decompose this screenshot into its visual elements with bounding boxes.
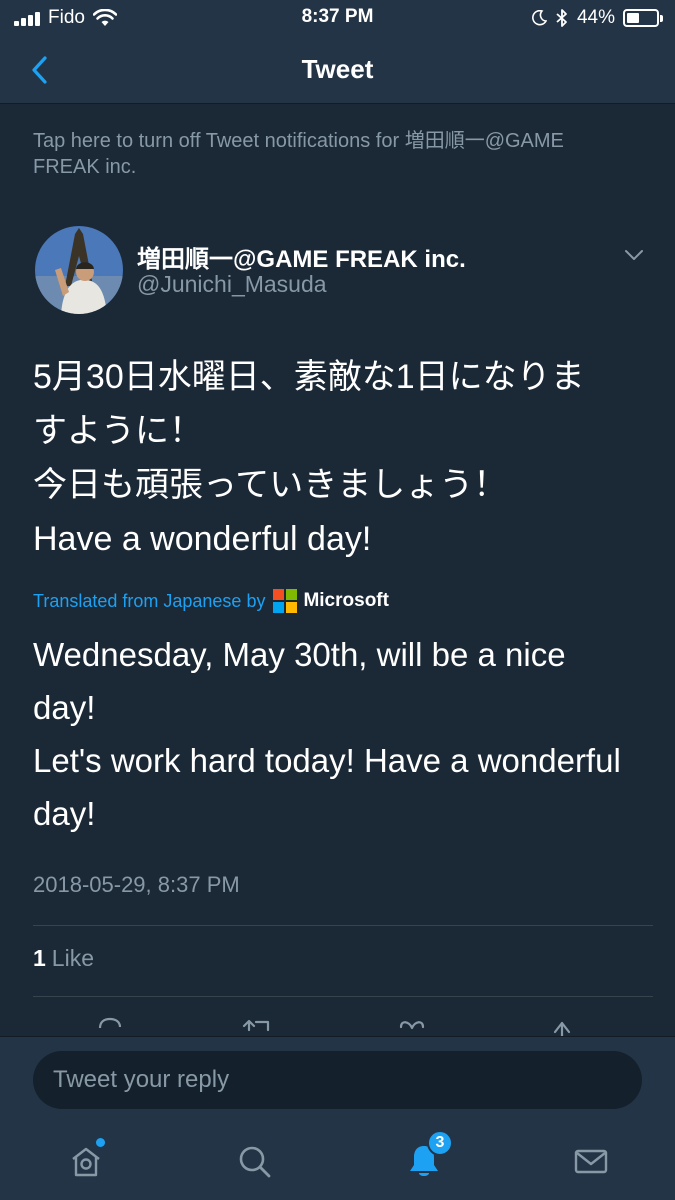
battery-percent: 44% [576,7,615,28]
bluetooth-icon [556,9,567,27]
mail-icon [574,1149,608,1174]
status-bar: Fido 8:37 PM 44% [0,0,675,36]
status-right: 44% [531,6,663,30]
new-content-dot [96,1138,105,1147]
notifications-badge: 3 [427,1130,453,1156]
tweet-text: 5月30日水曜日、素敵な1日になりま すように！ 今日も頑張っていきましょう！ … [33,350,653,566]
likes-row[interactable]: 1 Like [33,945,94,972]
translated-text-line: day! [33,689,96,726]
chevron-down-icon [625,250,643,260]
tab-notifications[interactable]: 3 [399,1130,453,1186]
avatar[interactable] [35,226,123,314]
tweet-text-line: 今日も頑張っていきましょう！ [33,466,508,504]
battery-icon [623,9,663,27]
translated-text-line: Wednesday, May 30th, will be a nice [33,636,566,673]
tweet-text-line: Have a wonderful day! [33,520,372,558]
navigation-bar: Tweet [0,36,675,104]
page-title: Tweet [301,54,374,84]
divider [33,996,653,997]
translator-name: Microsoft [303,590,389,611]
moon-icon [532,10,547,26]
tab-bar: 3 [0,1122,675,1200]
tweet-detail-screen: Fido 8:37 PM 44% Tweet Tap here to turn … [0,0,675,1200]
microsoft-logo-icon [273,589,298,613]
translation-attribution[interactable]: Translated from Japanese by Microsoft [33,586,389,616]
avatar-image [35,226,123,314]
battery-level [627,13,639,23]
home-icon [72,1147,100,1177]
tab-search[interactable] [229,1136,279,1186]
divider [33,925,653,926]
translated-text: Wednesday, May 30th, will be a nice day!… [33,628,653,840]
tweet-text-line: すように！ [33,412,203,450]
tweet-text-line: 5月30日水曜日、素敵な1日になりま [33,358,585,396]
likes-label: Like [51,945,94,971]
tweet-menu-button[interactable] [616,240,652,270]
likes-count: 1 [33,945,46,971]
reply-bar [0,1036,675,1122]
tab-messages[interactable] [566,1136,616,1186]
search-icon [239,1146,271,1178]
tweet-timestamp: 2018-05-29, 8:37 PM [33,872,240,897]
translated-label: Translated from Japanese by [33,590,266,611]
notification-toggle-banner[interactable]: Tap here to turn off Tweet notifications… [33,128,633,180]
author-handle[interactable]: @Junichi_Masuda [137,271,327,298]
tab-home[interactable] [61,1136,111,1186]
translated-text-line: Let's work hard today! Have a wonderful [33,742,621,779]
reply-input[interactable] [33,1051,642,1109]
author-name[interactable]: 増田順一@GAME FREAK inc. [137,239,466,274]
translated-text-line: day! [33,795,96,832]
